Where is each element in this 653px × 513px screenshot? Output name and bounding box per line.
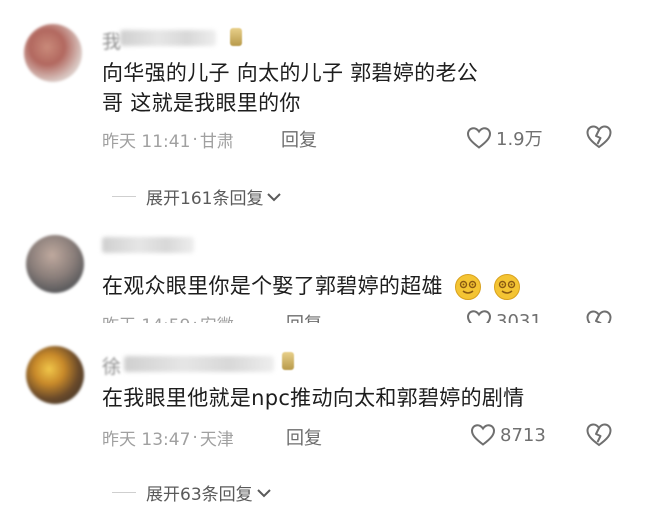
comment-text-line: 在我眼里他就是npc推动向太和郭碧婷的剧情 (102, 386, 525, 410)
smiling-face-emoji (493, 274, 520, 300)
smiling-face-emoji (454, 274, 481, 300)
expand-replies-button[interactable]: 展开63条回复 (112, 480, 272, 505)
user-badge-icon (282, 352, 294, 370)
broken-heart-icon[interactable] (585, 422, 613, 448)
chevron-down-icon (267, 192, 282, 201)
comment-meta: 昨天 14:59 · 安徽 (102, 311, 234, 324)
comment-time: 昨天 14:59 (102, 311, 190, 323)
divider-line (112, 196, 136, 197)
like-count: 8713 (500, 424, 546, 446)
like-button[interactable]: 8713 (470, 423, 546, 447)
avatar[interactable] (26, 346, 84, 404)
divider-line (112, 492, 136, 493)
comment-location: 天津 (199, 430, 234, 450)
comment-text: 向华强的儿子 向太的儿子 郭碧婷的老公 哥 这就是我眼里的你 (102, 58, 478, 118)
comment-location: 安徽 (200, 311, 234, 323)
broken-heart-icon[interactable] (585, 309, 613, 323)
username-blurred[interactable] (120, 30, 216, 46)
like-count: 3031 (496, 310, 542, 324)
reply-button[interactable]: 回复 (281, 126, 317, 152)
username-prefix: 我 (102, 31, 122, 53)
broken-heart-icon[interactable] (585, 124, 613, 150)
separator: · (192, 314, 197, 324)
comment-text: 在观众眼里你是个娶了郭碧婷的超雄 (102, 271, 521, 301)
separator: · (192, 427, 198, 448)
reply-button[interactable]: 回复 (286, 310, 322, 323)
comment-meta: 昨天 13:47 · 天津 (102, 425, 234, 451)
chevron-down-icon (256, 488, 271, 497)
comment-text-line: 在观众眼里你是个娶了郭碧婷的超雄 (102, 274, 443, 298)
username-blurred[interactable] (124, 356, 274, 372)
username-prefix: 徐 (102, 356, 122, 378)
comment-meta: 昨天 11:41 · 甘肃 (102, 127, 234, 153)
comment-2: 在观众眼里你是个娶了郭碧婷的超雄 昨天 14:59 · 安徽 回复 3031 (0, 225, 653, 323)
avatar[interactable] (26, 235, 84, 293)
avatar[interactable] (24, 24, 82, 82)
like-button[interactable]: 3031 (466, 309, 542, 323)
heart-outline-icon (466, 310, 492, 323)
username-blurred[interactable] (102, 237, 194, 253)
user-badge-icon (230, 28, 242, 46)
expand-replies-label: 展开161条回复 (146, 189, 264, 209)
comment-time: 昨天 13:47 (102, 430, 191, 450)
expand-replies-label: 展开63条回复 (146, 485, 253, 505)
comment-location: 甘肃 (199, 132, 234, 152)
like-button[interactable]: 1.9万 (466, 125, 543, 151)
comment-text: 在我眼里他就是npc推动向太和郭碧婷的剧情 (102, 383, 524, 413)
reply-button[interactable]: 回复 (286, 424, 322, 450)
like-count: 1.9万 (496, 129, 543, 150)
comment-text-line: 向华强的儿子 向太的儿子 郭碧婷的老公 (102, 61, 479, 85)
expand-replies-button[interactable]: 展开161条回复 (112, 184, 282, 209)
comment-text-line: 哥 这就是我眼里的你 (102, 91, 301, 115)
heart-outline-icon (470, 424, 496, 446)
comment-time: 昨天 11:41 (102, 132, 191, 152)
heart-outline-icon (466, 127, 492, 149)
separator: · (192, 129, 198, 150)
